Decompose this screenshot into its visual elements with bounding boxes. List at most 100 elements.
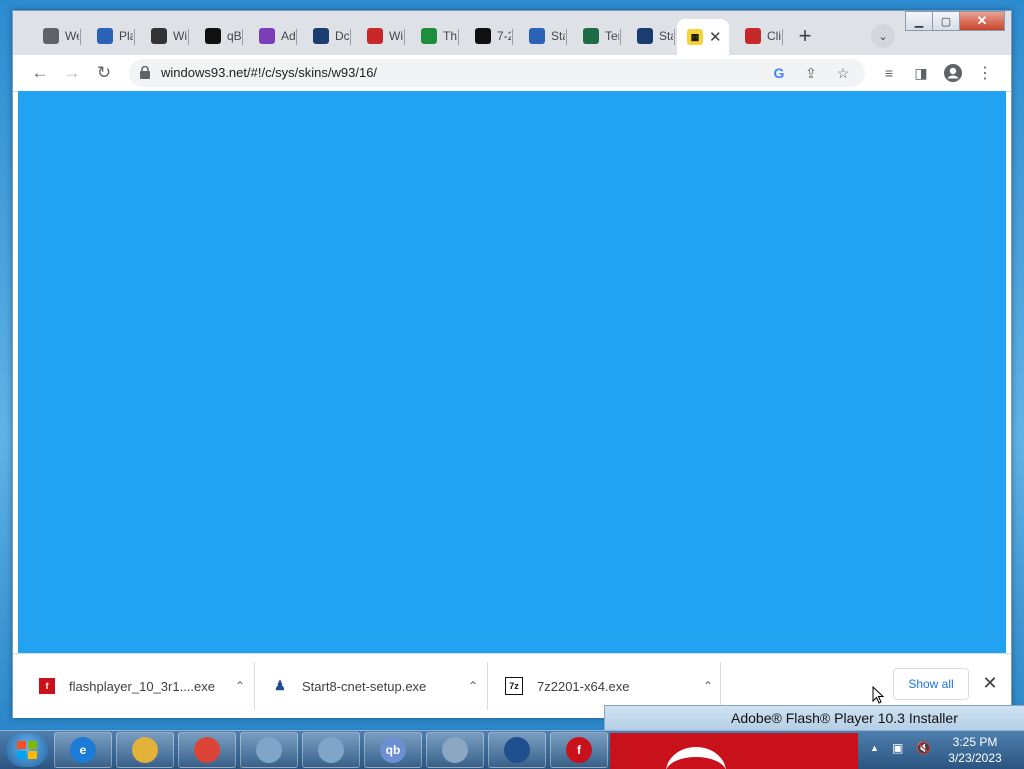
tab-separator xyxy=(620,29,621,45)
tab-separator xyxy=(674,29,675,45)
window-controls: ▁ ▢ ✕ xyxy=(905,11,1005,31)
page-content[interactable] xyxy=(18,91,1006,653)
ring-icon xyxy=(205,28,221,44)
address-bar[interactable]: windows93.net/#!/c/sys/skins/w93/16/ G ⇪… xyxy=(129,59,865,87)
tab[interactable]: We xyxy=(33,21,81,51)
taskbar-button[interactable] xyxy=(240,732,298,768)
download-item[interactable]: 7z 7z2201-x64.exe ⌃ xyxy=(505,674,713,698)
show-all-button[interactable]: Show all xyxy=(893,668,969,700)
tab-separator xyxy=(458,29,459,45)
start8-icon xyxy=(504,737,530,763)
clock-time: 3:25 PM xyxy=(952,735,998,749)
network-icon[interactable]: ▣ xyxy=(892,741,903,755)
tab[interactable]: Th xyxy=(411,21,459,51)
setup-disc-icon xyxy=(256,737,282,763)
globe-icon xyxy=(43,28,59,44)
tab[interactable]: Sta xyxy=(519,21,567,51)
tab-search-button[interactable]: ⌄ xyxy=(871,24,895,48)
share-icon[interactable]: ⇪ xyxy=(795,61,827,85)
volume-muted-icon[interactable]: 🔇 xyxy=(916,741,931,755)
tab[interactable]: qB xyxy=(195,21,243,51)
tab-active[interactable]: ▦ ✕ xyxy=(677,19,729,55)
minimize-button[interactable]: ▁ xyxy=(905,11,933,31)
forward-button[interactable]: → xyxy=(60,61,84,85)
show-hidden-icons-icon[interactable]: ▲ xyxy=(870,743,879,753)
tab-label: Cli xyxy=(767,29,781,43)
close-downloads-icon[interactable]: ✕ xyxy=(979,672,1001,694)
tab-separator xyxy=(782,29,783,45)
tab-separator xyxy=(512,29,513,45)
download-item[interactable]: f flashplayer_10_3r1....exe ⌃ xyxy=(39,674,245,698)
chevron-up-icon[interactable]: ⌃ xyxy=(703,679,713,693)
url-text: windows93.net/#!/c/sys/skins/w93/16/ xyxy=(161,65,378,80)
menu-kebab-icon[interactable]: ⋮ xyxy=(973,61,997,85)
taskbar-button[interactable]: f xyxy=(550,732,608,768)
gear-blue-icon xyxy=(529,28,545,44)
tab[interactable]: Dc xyxy=(303,21,351,51)
tab-strip: + ⌄ ▁ ▢ ✕ We Pla Wi qB Ad Dc Wi Th 7-2 Sta Ter Sta C… xyxy=(13,11,1011,55)
maximize-button[interactable]: ▢ xyxy=(932,11,960,31)
taskbar-button[interactable] xyxy=(302,732,360,768)
chevron-up-icon[interactable]: ⌃ xyxy=(235,679,245,693)
taskbar-button[interactable]: qb xyxy=(364,732,422,768)
tab-separator xyxy=(404,29,405,45)
chevron-up-icon[interactable]: ⌃ xyxy=(468,679,478,693)
divider xyxy=(254,662,255,710)
flash-icon: f xyxy=(566,737,592,763)
sevenzip-icon xyxy=(475,28,491,44)
divider xyxy=(720,662,721,710)
film-icon: ▦ xyxy=(687,29,703,45)
divider xyxy=(487,662,488,710)
tab-separator xyxy=(134,29,135,45)
tab[interactable]: Ad xyxy=(249,21,297,51)
red-figure-icon xyxy=(745,28,761,44)
flash-logo-icon xyxy=(666,747,726,769)
tab-label: Ad xyxy=(281,29,295,43)
tab[interactable]: Sta xyxy=(627,21,675,51)
side-panel-icon[interactable]: ◨ xyxy=(909,61,933,85)
media-control-icon[interactable]: ≡ xyxy=(877,61,901,85)
tab-separator xyxy=(296,29,297,45)
tab[interactable]: Cli xyxy=(735,21,783,51)
clock[interactable]: 3:25 PM 3/23/2023 xyxy=(940,734,1010,766)
browser-toolbar: ← → ↻ windows93.net/#!/c/sys/skins/w93/1… xyxy=(13,55,1011,92)
tab[interactable]: Wi xyxy=(141,21,189,51)
download-name: 7z2201-x64.exe xyxy=(537,678,630,694)
taskbar-button[interactable] xyxy=(488,732,546,768)
tab-label: Pla xyxy=(119,29,133,43)
profile-avatar[interactable] xyxy=(941,61,965,85)
google-icon[interactable]: G xyxy=(763,61,795,85)
flash-installer-taskbar-button[interactable] xyxy=(610,733,858,769)
start8-icon: ♟ xyxy=(274,678,286,693)
steam-icon xyxy=(637,28,653,44)
chrome-window: + ⌄ ▁ ▢ ✕ We Pla Wi qB Ad Dc Wi Th 7-2 Sta Ter Sta C… xyxy=(12,10,1012,718)
reload-button[interactable]: ↻ xyxy=(92,61,116,85)
tab[interactable]: 7-2 xyxy=(465,21,513,51)
back-button[interactable]: ← xyxy=(28,61,52,85)
close-tab-icon[interactable]: ✕ xyxy=(709,28,722,46)
internet-explorer-icon: e xyxy=(70,737,96,763)
sevenzip-icon: 7z xyxy=(505,677,523,695)
start-button[interactable] xyxy=(6,733,48,767)
ghost-icon xyxy=(151,28,167,44)
taskbar-button[interactable] xyxy=(426,732,484,768)
profile-icon xyxy=(944,64,962,82)
new-tab-button[interactable]: + xyxy=(793,23,817,48)
bookmark-star-icon[interactable]: ☆ xyxy=(827,61,859,85)
terminal-icon xyxy=(583,28,599,44)
taskbar-button[interactable]: e xyxy=(54,732,112,768)
tab[interactable]: Pla xyxy=(87,21,135,51)
file-explorer-icon xyxy=(132,737,158,763)
flash-installer-window[interactable]: Adobe® Flash® Player 10.3 Installer xyxy=(604,705,1024,733)
download-item[interactable]: ♟ Start8-cnet-setup.exe ⌃ xyxy=(272,674,478,698)
taskbar-button[interactable] xyxy=(178,732,236,768)
tab[interactable]: Wi xyxy=(357,21,405,51)
tab[interactable]: Ter xyxy=(573,21,621,51)
tab-separator xyxy=(188,29,189,45)
tab-label: Ter xyxy=(605,29,619,43)
penguin-icon xyxy=(97,28,113,44)
taskbar-button[interactable] xyxy=(116,732,174,768)
close-window-button[interactable]: ✕ xyxy=(959,11,1005,31)
lock-icon[interactable] xyxy=(139,66,151,79)
chrome-icon xyxy=(194,737,220,763)
